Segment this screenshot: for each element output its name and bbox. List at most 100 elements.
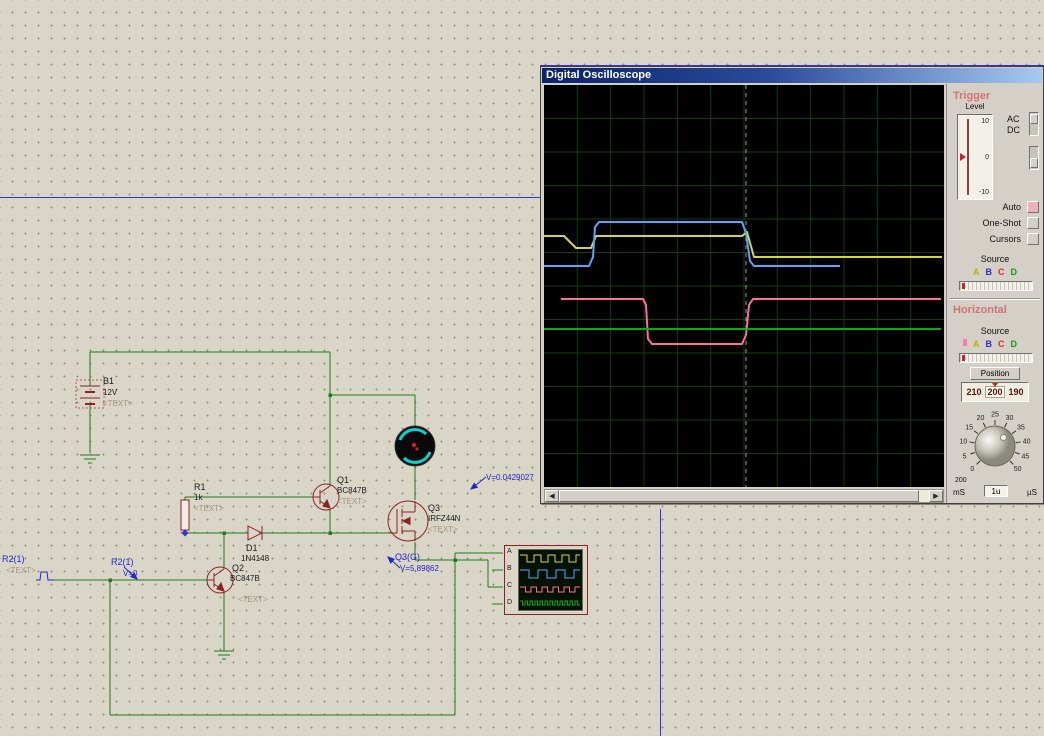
trigger-edge-toggle[interactable] [1029, 146, 1039, 170]
probe-label: R2(1) [2, 555, 25, 564]
probe-value: V=5.89862 [400, 565, 439, 573]
level-pointer[interactable] [960, 153, 966, 161]
probe-text: <TEXT> [6, 567, 36, 575]
auto-button[interactable] [1027, 201, 1039, 213]
component-ref: Q2 [232, 564, 244, 573]
channel-letter-A: A [973, 267, 980, 277]
component-ref: D1 [246, 544, 258, 553]
position-label: Position [970, 367, 1020, 380]
component-value: BC847B [230, 575, 260, 583]
svg-text:15: 15 [965, 425, 973, 432]
svg-text:0: 0 [970, 466, 974, 473]
probe-label: R2(1) [111, 558, 134, 567]
slider-pointer[interactable] [962, 355, 965, 361]
timebase-knob[interactable]: 05 10 15 20 25 3035 40 4550 [948, 402, 1043, 486]
channel-letter-B: B [986, 267, 993, 277]
trigger-source-channels: ABCD [947, 267, 1043, 277]
horizontal-source-slider[interactable] [959, 353, 1033, 363]
svg-text:45: 45 [1022, 453, 1030, 460]
component-ref: B1 [103, 377, 114, 386]
logic-analyzer-component[interactable] [504, 545, 588, 615]
probe-value: V=0 [123, 570, 137, 578]
ac-dc-toggle[interactable] [1029, 112, 1039, 136]
trigger-source-slider[interactable] [959, 281, 1033, 291]
level-track [967, 119, 969, 195]
scrollbar-thumb[interactable] [559, 490, 919, 502]
cursors-button[interactable] [1027, 233, 1039, 245]
svg-text:25: 25 [991, 412, 999, 419]
channel-letter-D: D [1011, 267, 1018, 277]
toggle-thumb[interactable] [1030, 114, 1038, 124]
node-handle[interactable] [182, 530, 189, 537]
scroll-right-button[interactable]: ▶ [929, 490, 943, 502]
level-tick: -10 [979, 189, 989, 196]
pulse-generator-icon[interactable] [36, 572, 54, 580]
svg-text:30: 30 [1006, 415, 1014, 422]
svg-text:10: 10 [959, 438, 967, 445]
trigger-source-label: Source [947, 255, 1043, 264]
analyzer-pin-label: A [507, 548, 512, 555]
probe-label: Q3(G) [395, 553, 420, 562]
timebase-value: 1u [984, 485, 1008, 497]
scope-horizontal-scrollbar[interactable]: ◀ ▶ [544, 489, 944, 503]
trigger-header: Trigger [953, 90, 990, 102]
slider-pointer[interactable] [962, 283, 965, 289]
diode-symbol[interactable] [248, 526, 262, 540]
channel-letter-C: C [998, 339, 1005, 349]
auto-label: Auto [1002, 201, 1021, 213]
channel-letter-C: C [998, 267, 1005, 277]
toggle-thumb[interactable] [1030, 158, 1038, 168]
component-value: 1k [194, 494, 202, 502]
one-shot-button[interactable] [1027, 217, 1039, 229]
probe-value: V=0.0429027 [486, 474, 534, 482]
level-ticks: 10 0 -10 [979, 115, 989, 199]
component-text: <TEXT> [337, 498, 367, 506]
cursors-label: Cursors [989, 233, 1021, 245]
svg-text:50: 50 [1014, 466, 1022, 473]
horizontal-source-channels: ABCD [947, 339, 1043, 349]
scope-control-panel: Trigger Level 100-10 AC DC Auto One-Shot… [946, 84, 1043, 503]
resistor-symbol[interactable] [181, 500, 189, 530]
transistor-q1-symbol[interactable] [313, 484, 339, 510]
one-shot-label: One-Shot [982, 217, 1021, 229]
schematic-editor: { "window": { "title": "Digital Oscillos… [0, 0, 1044, 736]
level-tick: 0 [985, 154, 989, 161]
analyzer-pin-label: C [507, 582, 512, 589]
trigger-level-slider[interactable]: 10 0 -10 [957, 114, 993, 200]
component-text: <TEXT> [103, 400, 133, 408]
motor-symbol[interactable] [395, 426, 435, 466]
dial-unit-us: µS [1027, 488, 1037, 497]
dc-label: DC [1007, 126, 1020, 135]
scope-display [544, 85, 944, 487]
svg-text:5: 5 [963, 453, 967, 460]
svg-text:35: 35 [1017, 425, 1025, 432]
component-text: <TEXT> [428, 526, 458, 534]
horizontal-source-label: Source [947, 327, 1043, 336]
ac-label: AC [1007, 115, 1020, 124]
component-ref: R1 [194, 483, 206, 492]
position-value: 210 [966, 387, 981, 397]
ground-symbol[interactable] [80, 455, 234, 659]
component-value: BC847B [337, 487, 367, 495]
oscilloscope-window: Digital Oscilloscope ◀ ▶ Trigger Level 1… [540, 66, 1044, 504]
svg-text:20: 20 [977, 415, 985, 422]
component-value: IRFZ44N [428, 515, 460, 523]
position-value: 190 [1009, 387, 1024, 397]
component-text: <TEXT> [238, 596, 268, 604]
channel-letter-D: D [1011, 339, 1018, 349]
svg-text:40: 40 [1023, 438, 1031, 445]
horizontal-header: Horizontal [953, 304, 1007, 316]
logic-analyzer-screen [518, 549, 583, 611]
window-titlebar[interactable]: Digital Oscilloscope [542, 68, 1042, 83]
level-tick: 10 [981, 118, 989, 125]
component-value: 12V [103, 389, 117, 397]
dial-range-label: 200 [955, 477, 967, 484]
component-ref: Q3 [428, 504, 440, 513]
scroll-left-button[interactable]: ◀ [545, 490, 559, 502]
dial-unit-ms: mS [953, 488, 965, 497]
position-value: 200 [985, 386, 1004, 398]
position-pointer [992, 383, 998, 387]
mosfet-q3-symbol[interactable] [388, 501, 428, 541]
component-text: <TEXT> [194, 505, 224, 513]
analyzer-pin-label: D [507, 599, 512, 606]
